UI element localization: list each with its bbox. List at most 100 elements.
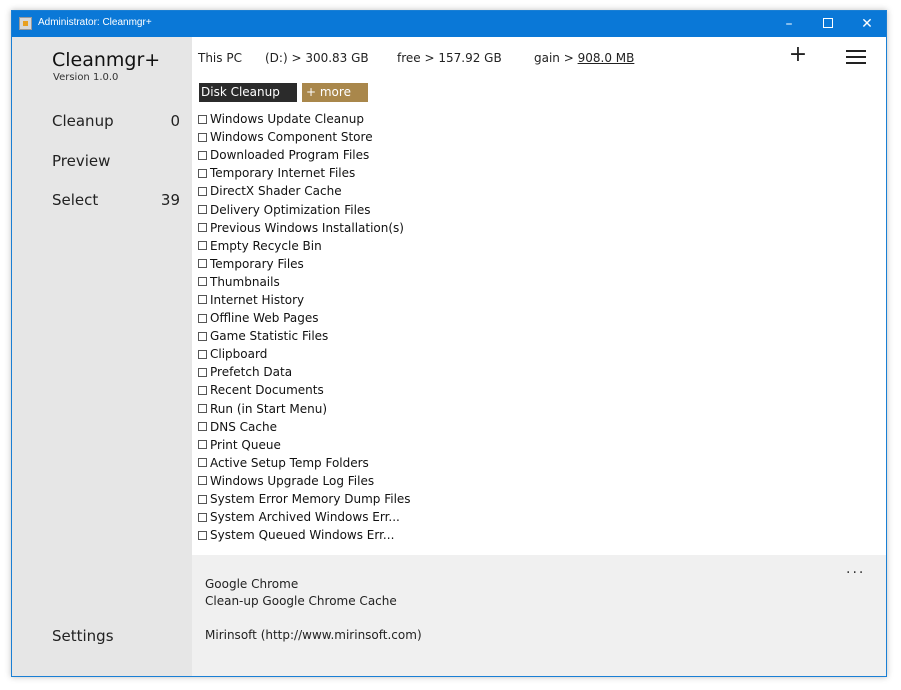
nav-select-count: 39: [160, 191, 180, 209]
info-panel: ... Google Chrome Clean-up Google Chrome…: [192, 555, 886, 676]
nav-preview-label: Preview: [52, 152, 111, 170]
drive-size: (D:) > 300.83 GB: [265, 51, 369, 65]
nav-cleanup[interactable]: Cleanup 0: [52, 112, 180, 130]
list-item-label: System Queued Windows Err...: [210, 528, 395, 543]
list-item[interactable]: Prefetch Data: [198, 363, 411, 381]
list-item-label: Windows Update Cleanup: [210, 112, 364, 127]
list-item[interactable]: Delivery Optimization Files: [198, 200, 411, 218]
checkbox[interactable]: [198, 259, 207, 269]
list-item[interactable]: Print Queue: [198, 436, 411, 454]
list-item[interactable]: System Archived Windows Err...: [198, 508, 411, 526]
checkbox[interactable]: [198, 331, 207, 341]
list-item-label: Internet History: [210, 292, 305, 307]
checkbox[interactable]: [198, 295, 207, 305]
list-item[interactable]: DNS Cache: [198, 418, 411, 436]
checkbox[interactable]: [198, 422, 207, 432]
list-item[interactable]: Active Setup Temp Folders: [198, 454, 411, 472]
nav-cleanup-label: Cleanup: [52, 112, 114, 130]
list-item[interactable]: Windows Component Store: [198, 128, 411, 146]
list-item-label: Temporary Internet Files: [210, 166, 356, 181]
list-item-label: System Archived Windows Err...: [210, 510, 400, 525]
checkbox[interactable]: [198, 277, 207, 287]
app-icon: [19, 17, 32, 30]
nav-select-label: Select: [52, 191, 99, 209]
checkbox[interactable]: [198, 132, 207, 142]
list-item[interactable]: DirectX Shader Cache: [198, 182, 411, 200]
list-item[interactable]: Empty Recycle Bin: [198, 237, 411, 255]
drive-gain: gain > 908.0 MB: [534, 51, 634, 65]
minimize-button[interactable]: –: [770, 11, 808, 37]
list-item-label: Recent Documents: [210, 383, 324, 398]
list-item-label: Temporary Files: [210, 256, 304, 271]
list-item[interactable]: Clipboard: [198, 345, 411, 363]
sidebar: Cleanmgr+ Version 1.0.0 Cleanup 0 Previe…: [12, 37, 192, 676]
list-item[interactable]: Game Statistic Files: [198, 327, 411, 345]
list-item-label: Clipboard: [210, 347, 268, 362]
more-options-icon[interactable]: ...: [846, 561, 865, 577]
checkbox[interactable]: [198, 241, 207, 251]
info-author: Mirinsoft (http://www.mirinsoft.com): [205, 628, 422, 642]
list-item-label: DirectX Shader Cache: [210, 184, 342, 199]
gain-value-link[interactable]: 908.0 MB: [578, 51, 635, 65]
nav-settings[interactable]: Settings: [52, 627, 180, 645]
maximize-icon: [823, 18, 833, 28]
maximize-button[interactable]: [809, 11, 847, 37]
list-item[interactable]: Downloaded Program Files: [198, 146, 411, 164]
checkbox[interactable]: [198, 458, 207, 468]
list-item-label: System Error Memory Dump Files: [210, 492, 411, 507]
tab-disk-cleanup[interactable]: Disk Cleanup: [199, 83, 297, 102]
checkbox[interactable]: [198, 114, 207, 124]
list-item[interactable]: Run (in Start Menu): [198, 400, 411, 418]
nav-preview[interactable]: Preview: [52, 152, 180, 170]
app-version: Version 1.0.0: [53, 72, 119, 83]
list-item[interactable]: Previous Windows Installation(s): [198, 219, 411, 237]
list-item[interactable]: System Queued Windows Err...: [198, 526, 411, 544]
checkbox[interactable]: [198, 186, 207, 196]
list-item[interactable]: System Error Memory Dump Files: [198, 490, 411, 508]
checkbox[interactable]: [198, 476, 207, 486]
pc-label: This PC: [198, 51, 242, 65]
app-window: Administrator: Cleanmgr+ – ✕ Cleanmgr+ V…: [11, 10, 887, 677]
list-item[interactable]: Windows Update Cleanup: [198, 110, 411, 128]
checkbox[interactable]: [198, 313, 207, 323]
checkbox[interactable]: [198, 349, 207, 359]
list-item[interactable]: Recent Documents: [198, 381, 411, 399]
list-item-label: Thumbnails: [210, 274, 280, 289]
drive-free: free > 157.92 GB: [397, 51, 502, 65]
list-item-label: DNS Cache: [210, 419, 277, 434]
list-item-label: Downloaded Program Files: [210, 148, 370, 163]
close-button[interactable]: ✕: [848, 11, 886, 37]
info-title: Google Chrome: [205, 577, 299, 591]
cleanup-list: Windows Update Cleanup Windows Component …: [198, 110, 411, 544]
checkbox[interactable]: [198, 512, 207, 522]
list-item[interactable]: Temporary Internet Files: [198, 164, 411, 182]
list-item[interactable]: Thumbnails: [198, 273, 411, 291]
checkbox[interactable]: [198, 494, 207, 504]
nav-select[interactable]: Select 39: [52, 191, 180, 209]
list-item[interactable]: Internet History: [198, 291, 411, 309]
list-item[interactable]: Offline Web Pages: [198, 309, 411, 327]
list-item-label: Active Setup Temp Folders: [210, 455, 369, 470]
app-name: Cleanmgr+: [52, 49, 161, 71]
list-item-label: Offline Web Pages: [210, 311, 319, 326]
title-bar[interactable]: Administrator: Cleanmgr+ – ✕: [12, 11, 886, 37]
list-item-label: Run (in Start Menu): [210, 401, 328, 416]
checkbox[interactable]: [198, 404, 207, 414]
checkbox[interactable]: [198, 367, 207, 377]
list-item[interactable]: Temporary Files: [198, 255, 411, 273]
checkbox[interactable]: [198, 205, 207, 215]
checkbox[interactable]: [198, 385, 207, 395]
checkbox[interactable]: [198, 150, 207, 160]
hamburger-menu-icon[interactable]: [846, 50, 866, 64]
checkbox[interactable]: [198, 440, 207, 450]
checkbox[interactable]: [198, 223, 207, 233]
main-panel: This PC (D:) > 300.83 GB free > 157.92 G…: [192, 37, 886, 555]
tab-more[interactable]: + more: [302, 83, 368, 102]
list-item-label: Previous Windows Installation(s): [210, 220, 404, 235]
checkbox[interactable]: [198, 530, 207, 540]
list-item-label: Print Queue: [210, 437, 281, 452]
list-item[interactable]: Windows Upgrade Log Files: [198, 472, 411, 490]
window-title: Administrator: Cleanmgr+: [38, 17, 152, 28]
plus-icon[interactable]: +: [788, 44, 808, 66]
checkbox[interactable]: [198, 168, 207, 178]
